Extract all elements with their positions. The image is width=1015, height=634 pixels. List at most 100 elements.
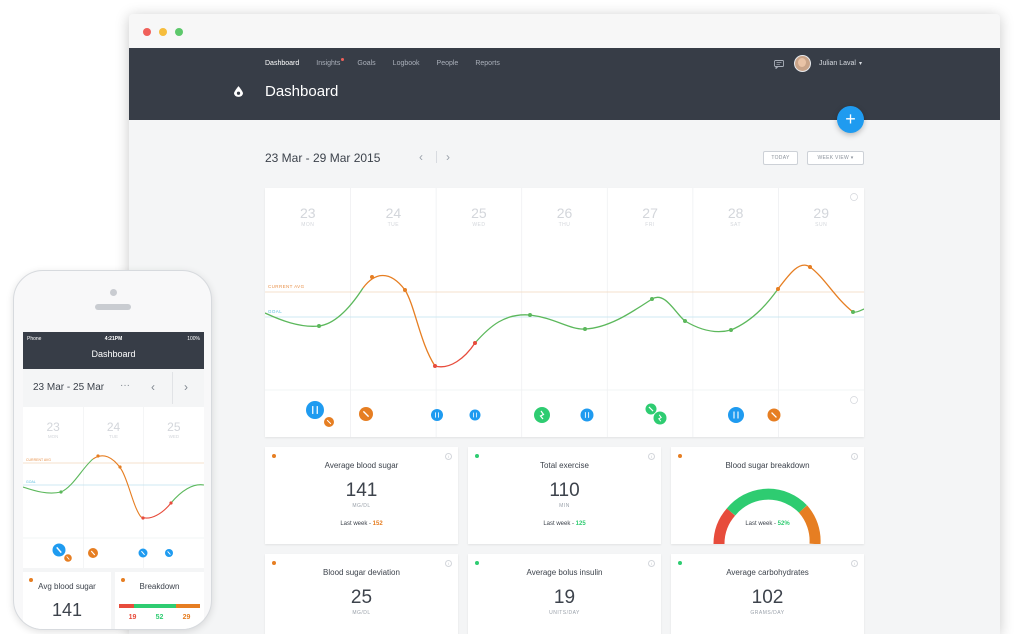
messages-icon[interactable] xyxy=(774,60,784,69)
card-blood-sugar-breakdown[interactable]: i Blood sugar breakdown Last week - 52% xyxy=(671,447,864,544)
last-week-label: Last week - xyxy=(745,521,778,527)
nav-insights[interactable]: Insights xyxy=(316,58,345,67)
phone-glucose-point[interactable] xyxy=(96,454,100,458)
insulin-event-icon[interactable] xyxy=(645,403,657,415)
phone-glucose-point[interactable] xyxy=(141,516,145,520)
phone-event-icon[interactable] xyxy=(64,554,72,562)
meal-event-icon[interactable] xyxy=(306,401,324,419)
glucose-data-point[interactable] xyxy=(808,265,812,269)
glucose-data-point[interactable] xyxy=(473,341,477,345)
previous-week-icon[interactable]: ‹ xyxy=(419,150,423,164)
breakdown-bar-in-range xyxy=(134,604,177,608)
phone-next-icon[interactable]: › xyxy=(184,380,188,394)
nav-divider xyxy=(436,151,437,163)
user-avatar[interactable] xyxy=(794,55,811,72)
info-icon[interactable]: i xyxy=(445,560,452,567)
phone-event-icon[interactable] xyxy=(88,548,98,558)
meal-event-icon[interactable] xyxy=(580,408,594,422)
card-average-carbohydrates[interactable]: i Average carbohydrates 102 GRAMS/DAY xyxy=(671,554,864,634)
card-average-bolus-insulin[interactable]: i Average bolus insulin 19 UNITS/DAY xyxy=(468,554,661,634)
window-titlebar xyxy=(129,14,1000,48)
day-number: 24 xyxy=(386,205,402,221)
more-options-icon[interactable]: ··· xyxy=(120,380,130,391)
glucose-data-point[interactable] xyxy=(683,319,687,323)
phone-day-name: TUE xyxy=(109,434,118,439)
week-view-dropdown[interactable]: WEEK VIEW ▾ xyxy=(807,151,864,165)
chart-info-icon[interactable] xyxy=(850,193,858,201)
glucose-data-point[interactable] xyxy=(370,275,374,279)
info-icon[interactable]: i xyxy=(648,453,655,460)
card-value: 110 xyxy=(549,480,580,501)
events-info-icon[interactable] xyxy=(850,396,858,404)
phone-event-icon[interactable] xyxy=(165,549,173,557)
meal-event-icon[interactable] xyxy=(728,407,744,423)
insulin-event-icon[interactable] xyxy=(359,407,373,421)
maximize-window-button[interactable] xyxy=(175,28,183,36)
info-icon[interactable]: i xyxy=(648,560,655,567)
user-menu-caret-icon[interactable]: ▾ xyxy=(859,60,862,67)
glucose-data-point[interactable] xyxy=(776,287,780,291)
breakdown-in-range-value: 52 xyxy=(155,614,164,621)
exercise-event-icon[interactable] xyxy=(653,411,667,425)
phone-glucose-point[interactable] xyxy=(118,465,122,469)
nav-dashboard[interactable]: Dashboard xyxy=(265,60,299,67)
glucose-data-point[interactable] xyxy=(403,288,407,292)
nav-people[interactable]: People xyxy=(437,60,459,67)
phone-previous-icon[interactable]: ‹ xyxy=(151,380,155,394)
close-window-button[interactable] xyxy=(143,28,151,36)
phone-glucose-point[interactable] xyxy=(169,501,173,505)
glucose-data-point[interactable] xyxy=(729,328,733,332)
user-name[interactable]: Julian Laval xyxy=(819,60,856,67)
insulin-event-icon[interactable] xyxy=(767,408,781,422)
page-title: Dashboard xyxy=(265,83,339,100)
battery-label: 100% xyxy=(187,336,200,342)
meal-event-icon[interactable] xyxy=(431,409,443,421)
day-name: WED xyxy=(472,222,485,228)
nav-reports[interactable]: Reports xyxy=(475,60,500,67)
meal-event-icon[interactable] xyxy=(469,409,481,421)
phone-card-breakdown[interactable]: Breakdown 19 52 29 xyxy=(115,572,204,629)
phone-speaker xyxy=(95,304,131,310)
card-blood-sugar-deviation[interactable]: i Blood sugar deviation 25 MG/DL xyxy=(265,554,458,634)
exercise-event-icon[interactable] xyxy=(534,407,550,423)
next-week-icon[interactable]: › xyxy=(446,150,450,164)
main-nav: Dashboard Insights Goals Logbook People … xyxy=(265,58,517,67)
glucose-data-point[interactable] xyxy=(583,327,587,331)
card-status-dot xyxy=(272,454,276,458)
week-view-label: WEEK VIEW xyxy=(817,155,850,161)
glucose-data-point[interactable] xyxy=(851,310,855,314)
glucose-series-line xyxy=(434,342,476,368)
nav-goals[interactable]: Goals xyxy=(357,60,375,67)
phone-glucose-point[interactable] xyxy=(59,490,63,494)
card-average-blood-sugar[interactable]: i Average blood sugar 141 MG/DL Last wee… xyxy=(265,447,458,544)
card-unit: UNITS/DAY xyxy=(549,610,580,616)
info-icon[interactable]: i xyxy=(445,453,452,460)
phone-card-title: Breakdown xyxy=(139,582,180,591)
insulin-event-icon[interactable] xyxy=(324,417,334,427)
glucose-data-point[interactable] xyxy=(433,364,437,368)
last-week-value: 52% xyxy=(777,521,790,527)
phone-event-icon[interactable] xyxy=(138,548,148,558)
phone-event-icon[interactable] xyxy=(52,543,66,557)
glucose-data-point[interactable] xyxy=(317,324,321,328)
card-title: Total exercise xyxy=(540,461,589,470)
last-week-value: 125 xyxy=(575,521,586,527)
glucose-data-point[interactable] xyxy=(650,297,654,301)
info-icon[interactable]: i xyxy=(851,560,858,567)
day-number: 26 xyxy=(557,205,573,221)
nav-logbook[interactable]: Logbook xyxy=(393,60,420,67)
minimize-window-button[interactable] xyxy=(159,28,167,36)
card-value: 102 xyxy=(751,587,784,608)
add-entry-button[interactable]: + xyxy=(837,106,864,133)
phone-camera xyxy=(110,289,117,296)
today-button[interactable]: TODAY xyxy=(763,151,798,165)
phone-card-avg-blood-sugar[interactable]: Avg blood sugar 141 xyxy=(23,572,111,629)
card-total-exercise[interactable]: i Total exercise 110 MIN Last week - 125 xyxy=(468,447,661,544)
phone-day-number: 23 xyxy=(46,420,60,434)
phone-date-range: 23 Mar - 25 Mar xyxy=(33,382,105,393)
last-week-value: 152 xyxy=(372,521,383,527)
phone-chart-card: 23 MON 24 TUE 25 WED CURRENT AVG GOAL xyxy=(23,407,204,568)
card-status-dot xyxy=(475,561,479,565)
glucose-data-point[interactable] xyxy=(528,313,532,317)
glucose-series-line xyxy=(474,288,779,344)
